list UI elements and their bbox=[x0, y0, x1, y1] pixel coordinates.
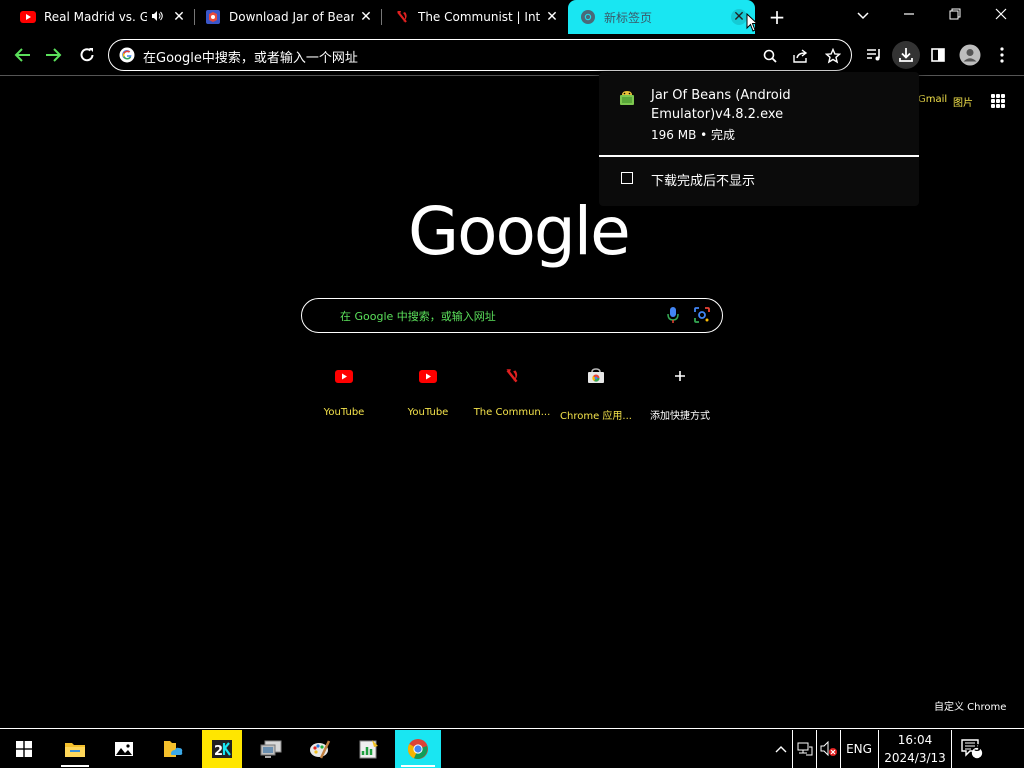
chrome-web-store-icon bbox=[586, 366, 606, 386]
add-shortcut-button[interactable]: 添加快捷方式 bbox=[638, 360, 722, 426]
divider bbox=[816, 730, 817, 768]
address-bar[interactable]: 在Google中搜索，或者输入一个网址 bbox=[108, 39, 852, 71]
action-center-icon[interactable]: 3 bbox=[954, 730, 990, 768]
download-bubble: Jar Of Beans (Android Emulator)v4.8.2.ex… bbox=[599, 72, 919, 206]
gmail-link[interactable]: Gmail bbox=[918, 94, 947, 105]
browser-toolbar: 在Google中搜索，或者输入一个网址 bbox=[0, 34, 1024, 76]
bookmark-star-icon[interactable] bbox=[823, 46, 843, 66]
notification-badge: 3 bbox=[974, 743, 981, 754]
download-icon[interactable] bbox=[892, 41, 920, 69]
chrome-icon bbox=[580, 9, 596, 25]
shortcut-label: The Commun... bbox=[473, 407, 551, 418]
windows-taskbar: 2 ENG 16:04 2024/3/13 3 bbox=[0, 728, 1024, 768]
system-clock[interactable]: 16:04 2024/3/13 bbox=[878, 730, 952, 768]
close-icon[interactable]: ✕ bbox=[544, 9, 560, 25]
divider bbox=[599, 155, 919, 157]
zoom-icon[interactable] bbox=[760, 46, 780, 66]
2k-app-icon[interactable]: 2 bbox=[202, 730, 242, 768]
shortcut-label: YouTube bbox=[323, 407, 365, 418]
forward-button[interactable] bbox=[42, 43, 66, 67]
tab-real-madrid[interactable]: Real Madrid vs. G ✕ bbox=[0, 0, 195, 34]
search-placeholder: 在 Google 中搜索，或输入网址 bbox=[340, 310, 496, 323]
network-icon[interactable] bbox=[794, 730, 816, 768]
spreadsheet-app-icon[interactable] bbox=[349, 730, 389, 768]
tab-title: Download Jar of Bear bbox=[229, 10, 354, 24]
close-icon[interactable]: ✕ bbox=[358, 9, 374, 25]
network-computer-icon[interactable] bbox=[251, 730, 291, 768]
android-app-icon bbox=[619, 90, 635, 106]
hammer-sickle-icon bbox=[394, 9, 410, 25]
windows-start-icon[interactable] bbox=[4, 730, 44, 768]
google-apps-icon[interactable] bbox=[991, 94, 1005, 108]
onedrive-folder-icon[interactable] bbox=[153, 730, 193, 768]
minimize-button[interactable] bbox=[895, 4, 923, 28]
divider bbox=[792, 730, 793, 768]
paint-app-icon[interactable] bbox=[300, 730, 340, 768]
youtube-icon bbox=[418, 366, 438, 386]
shortcut-youtube-2[interactable]: YouTube bbox=[386, 360, 470, 426]
divider bbox=[840, 730, 841, 768]
profile-avatar-icon[interactable] bbox=[958, 43, 982, 67]
close-icon[interactable]: ✕ bbox=[171, 9, 187, 25]
shortcut-label: Chrome 应用... bbox=[560, 411, 632, 422]
show-hidden-icons-chevron-icon[interactable] bbox=[770, 730, 792, 768]
file-explorer-icon[interactable] bbox=[55, 730, 95, 768]
shortcut-the-communist[interactable]: The Commun... bbox=[470, 360, 554, 426]
address-bar-text: 在Google中搜索，或者输入一个网址 bbox=[143, 51, 358, 66]
voice-search-mic-icon[interactable] bbox=[666, 306, 680, 324]
hammer-sickle-icon bbox=[502, 366, 522, 386]
tab-new-tab[interactable]: 新标签页 ✕ bbox=[568, 0, 755, 34]
hide-when-complete-checkbox[interactable] bbox=[621, 172, 633, 184]
clock-time: 16:04 bbox=[897, 733, 933, 747]
google-lens-icon[interactable] bbox=[693, 306, 711, 324]
close-icon[interactable]: ✕ bbox=[731, 9, 747, 25]
tab-jar-of-beans[interactable]: Download Jar of Bear ✕ bbox=[195, 0, 382, 34]
tab-search-chevron-icon[interactable] bbox=[849, 4, 877, 28]
tab-title: 新标签页 bbox=[604, 10, 653, 25]
youtube-icon bbox=[334, 366, 354, 386]
media-control-icon[interactable] bbox=[862, 43, 886, 67]
new-tab-button[interactable]: + bbox=[766, 7, 788, 29]
shortcut-chrome-web-store[interactable]: Chrome 应用... bbox=[554, 360, 638, 426]
restore-button[interactable] bbox=[941, 4, 969, 28]
google-search-box[interactable]: 在 Google 中搜索，或输入网址 bbox=[301, 298, 723, 333]
speaker-icon[interactable] bbox=[151, 10, 167, 25]
images-link[interactable]: 图片 bbox=[953, 94, 973, 109]
tab-strip: Real Madrid vs. G ✕ Download Jar of Bear… bbox=[0, 0, 1024, 34]
hide-when-complete-label[interactable]: 下载完成后不显示 bbox=[651, 170, 755, 189]
shortcut-label: YouTube bbox=[407, 407, 449, 418]
photos-app-icon[interactable] bbox=[104, 730, 144, 768]
back-button[interactable] bbox=[10, 43, 34, 67]
google-g-icon bbox=[119, 47, 135, 63]
side-panel-icon[interactable] bbox=[926, 43, 950, 67]
input-language-indicator[interactable]: ENG bbox=[842, 730, 876, 768]
jar-of-beans-icon bbox=[205, 9, 221, 25]
tab-the-communist[interactable]: The Communist | Inte ✕ bbox=[382, 0, 568, 34]
customize-chrome-button[interactable]: 自定义 Chrome bbox=[934, 698, 1006, 713]
menu-kebab-icon[interactable] bbox=[990, 43, 1014, 67]
clock-date: 2024/3/13 bbox=[884, 751, 946, 765]
svg-text:2: 2 bbox=[214, 744, 223, 759]
youtube-icon bbox=[20, 9, 36, 25]
shortcut-label: 添加快捷方式 bbox=[650, 411, 710, 422]
chrome-taskbar-icon[interactable] bbox=[395, 730, 441, 768]
tab-title: Real Madrid vs. G bbox=[44, 10, 147, 24]
download-filename[interactable]: Jar Of Beans (Android Emulator)v4.8.2.ex… bbox=[651, 86, 831, 124]
shortcut-youtube-1[interactable]: YouTube bbox=[302, 360, 386, 426]
plus-icon bbox=[670, 366, 690, 386]
reload-button[interactable] bbox=[75, 43, 99, 67]
close-window-button[interactable] bbox=[987, 4, 1015, 28]
tab-title: The Communist | Inte bbox=[418, 10, 540, 24]
volume-muted-icon[interactable] bbox=[818, 730, 840, 768]
share-icon[interactable] bbox=[791, 46, 811, 66]
download-status: 196 MB • 完成 bbox=[651, 128, 736, 142]
google-logo: Google bbox=[408, 193, 631, 270]
